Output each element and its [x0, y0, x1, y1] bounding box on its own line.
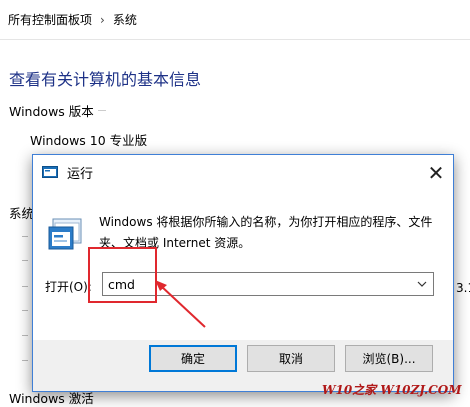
open-label: 打开(O): — [45, 280, 92, 294]
divider-fragment — [22, 260, 28, 261]
edition-value: Windows 10 专业版 — [30, 133, 148, 148]
page-title: 查看有关计算机的基本信息 — [9, 70, 202, 89]
divider-fragment — [22, 335, 28, 336]
ok-button[interactable]: 确定 — [149, 345, 237, 372]
breadcrumb: 所有控制面板项 › 系统 — [0, 0, 470, 40]
breadcrumb-root[interactable]: 所有控制面板项 — [8, 11, 92, 28]
cancel-button[interactable]: 取消 — [247, 345, 335, 372]
chevron-down-icon[interactable] — [415, 277, 429, 291]
dialog-title: 运行 — [67, 167, 94, 182]
breadcrumb-current[interactable]: 系统 — [113, 11, 137, 28]
divider-fragment — [22, 286, 28, 287]
watermark-text: W10之家 W10ZJ.COM — [322, 383, 462, 397]
windows-edition-heading-label: Windows 版本 — [9, 104, 94, 119]
browse-button[interactable]: 浏览(B)... — [345, 345, 433, 372]
site-watermark: W10之家 W10ZJ.COM — [322, 381, 462, 398]
run-program-icon — [48, 218, 82, 250]
run-app-icon — [42, 166, 58, 178]
system-heading-fragment: 系统 — [9, 206, 35, 221]
dialog-titlebar[interactable]: 运行 ✕ — [33, 155, 453, 190]
windows-edition-heading: Windows 版本 — [9, 101, 106, 120]
divider-fragment — [22, 310, 28, 311]
divider-fragment — [22, 236, 28, 237]
number-fragment: 3.1 — [456, 281, 470, 295]
annotation-arrow-icon — [155, 280, 206, 328]
divider-fragment — [22, 360, 28, 361]
breadcrumb-separator: › — [100, 12, 105, 27]
close-icon[interactable]: ✕ — [419, 155, 453, 190]
annotation-highlight-box — [88, 247, 157, 303]
run-dialog: 运行 ✕ Windows 将根据你所输入的名称，为你打开相应的程序、文件夹、文档… — [32, 154, 454, 392]
heading-divider — [97, 110, 106, 111]
